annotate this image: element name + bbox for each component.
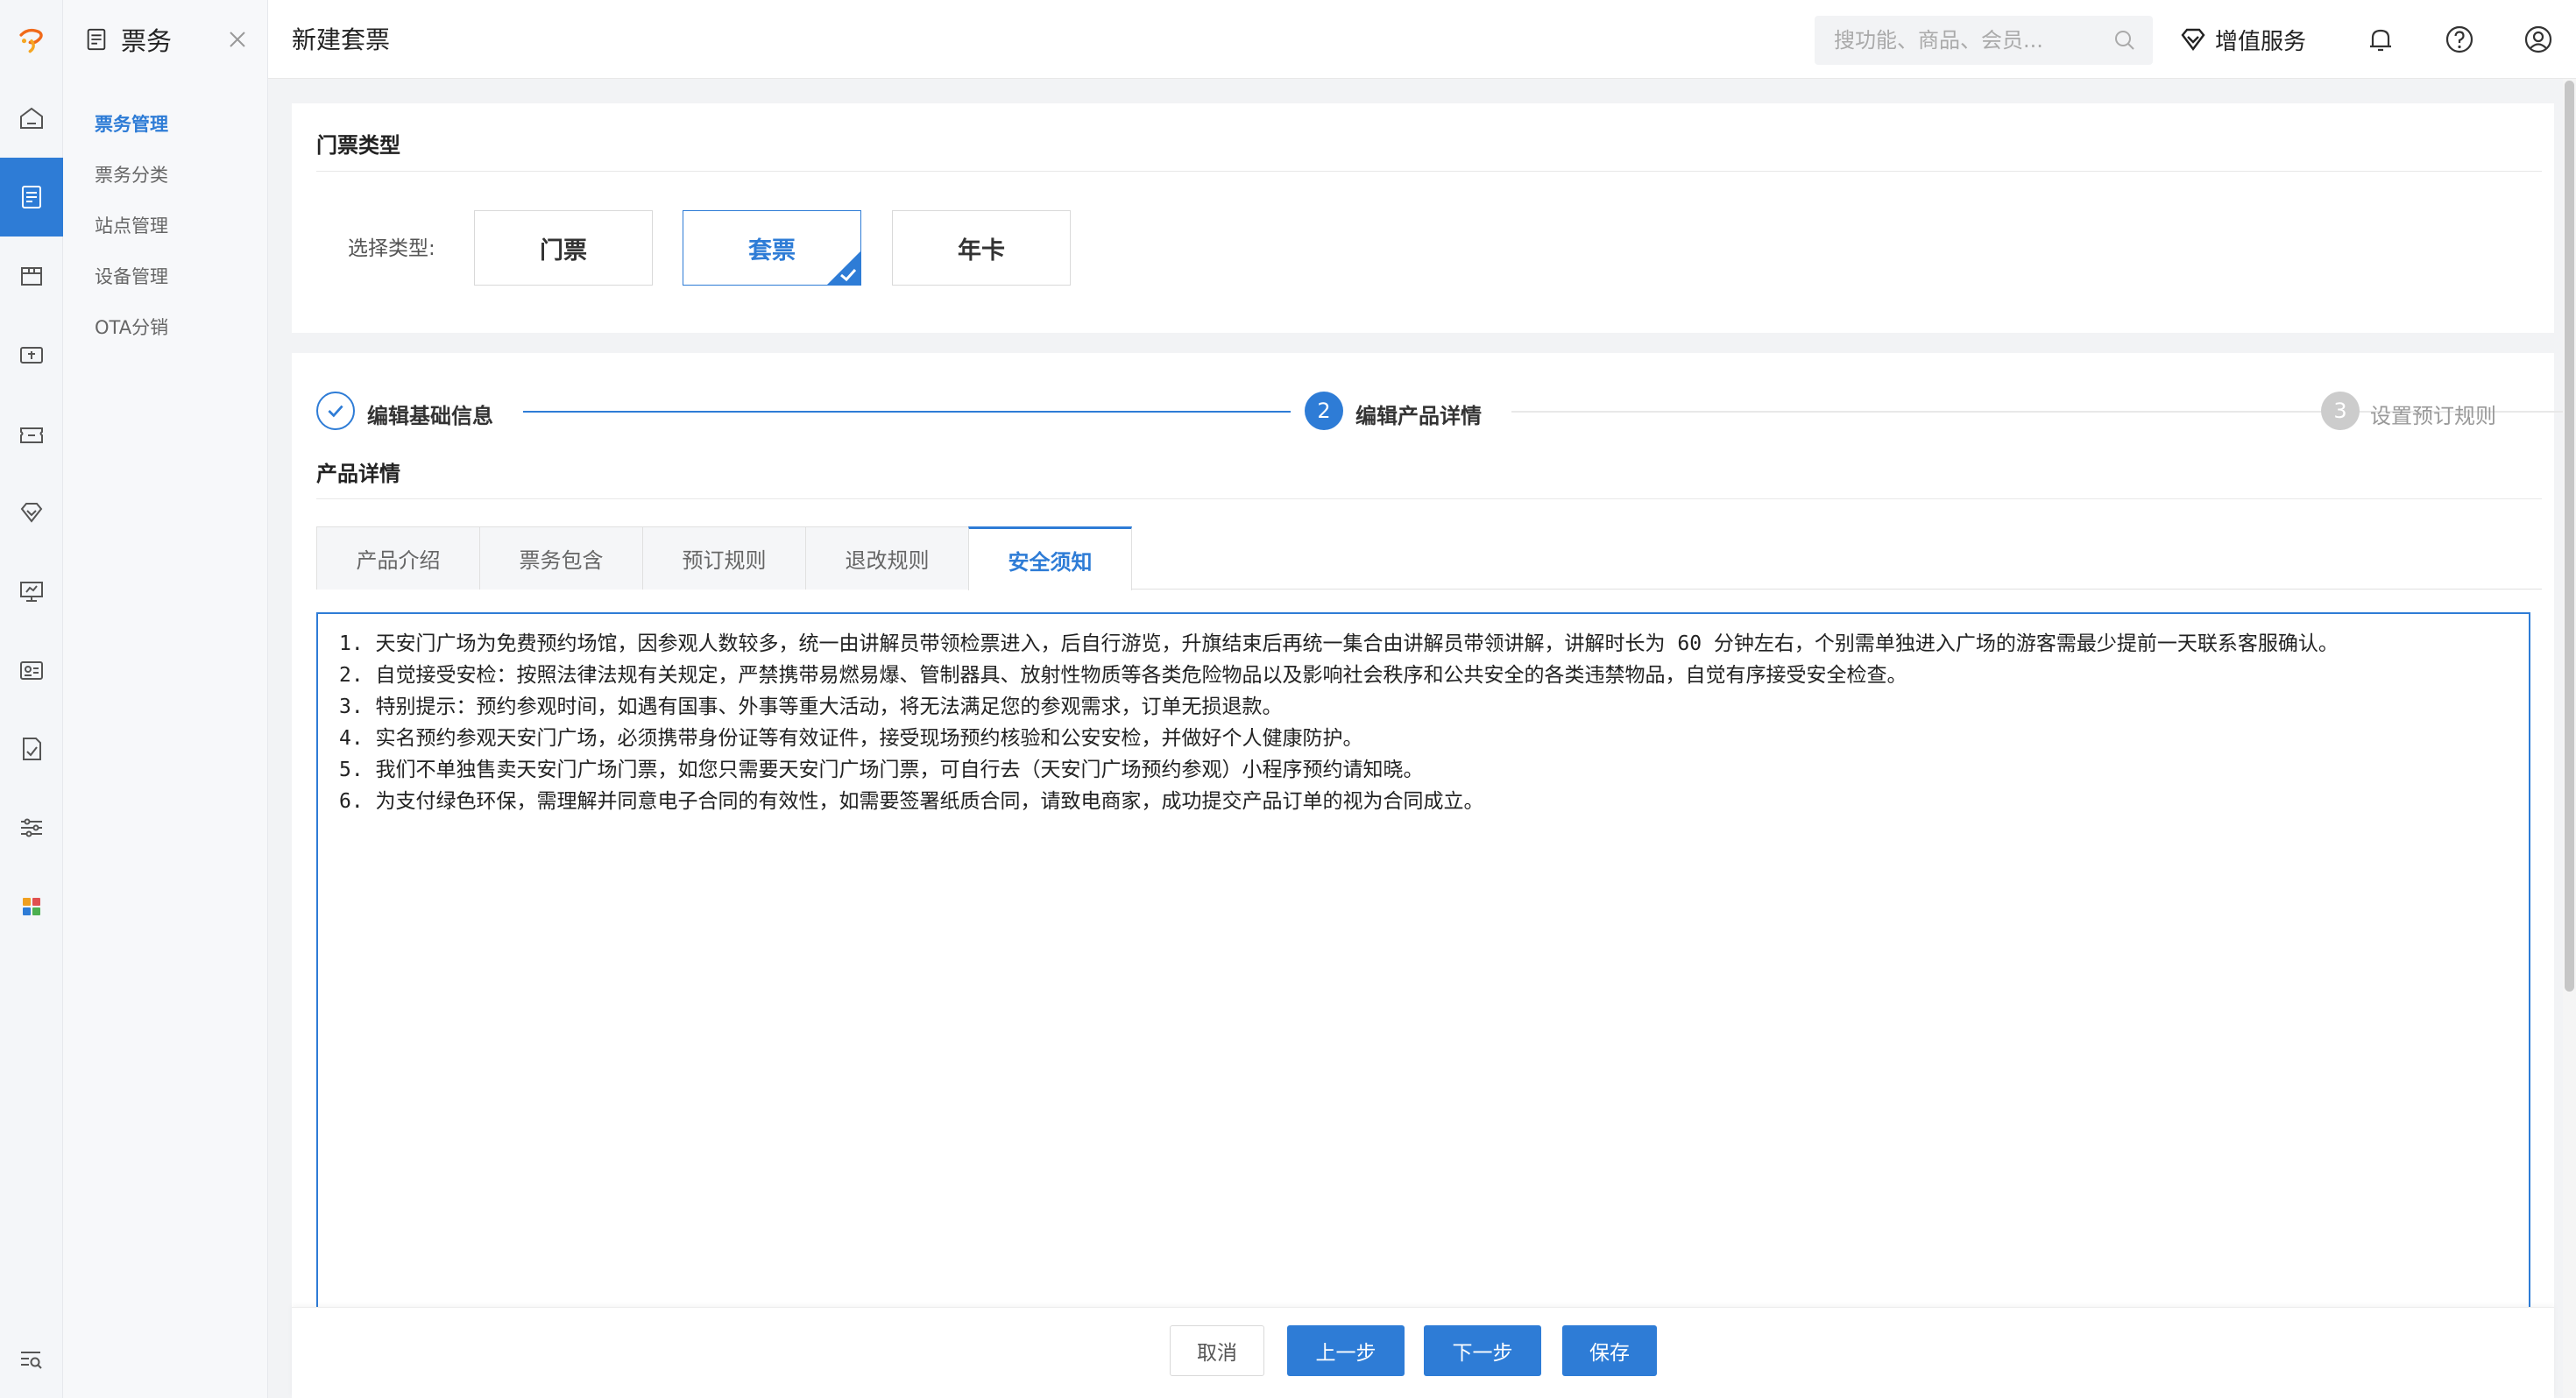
check-icon — [840, 268, 857, 282]
ticket-icon — [22, 186, 41, 208]
rail-home[interactable] — [0, 79, 63, 158]
content-line: 2. 自觉接受安检：按照法律法规有关规定，严禁携带易燃易爆、管制器具、放射性物质… — [339, 664, 1907, 687]
rail-vip[interactable] — [0, 473, 63, 552]
tab-safety-notice[interactable]: 安全须知 — [968, 526, 1132, 590]
step-pending-icon: 3 — [2321, 392, 2360, 430]
bell-icon[interactable] — [2364, 23, 2397, 56]
sidebar-item-station-management[interactable]: 站点管理 — [63, 200, 267, 251]
content-line: 3. 特别提示：预约参观时间，如遇有国事、外事等重大活动，将无法满足您的参观需求… — [339, 695, 1283, 718]
icon-rail — [0, 0, 63, 1398]
tab-ticket-includes[interactable]: 票务包含 — [479, 526, 643, 590]
store-icon — [21, 267, 42, 286]
menu-search-icon — [21, 1352, 42, 1369]
ticket-type-card: 门票类型 选择类型: 门票 套票 年卡 — [292, 103, 2554, 333]
diamond-icon — [20, 503, 43, 523]
rail-apps[interactable] — [0, 867, 63, 946]
step-label: 设置预订规则 — [2370, 404, 2496, 428]
sliders-icon — [21, 818, 42, 837]
prev-step-button[interactable]: 上一步 — [1287, 1325, 1405, 1376]
content-line: 4. 实名预约参观天安门广场，必须携带身份证等有效证件，接受现场预约核验和公安安… — [339, 727, 1363, 750]
tab-booking-rules[interactable]: 预订规则 — [642, 526, 806, 590]
content-line: 1. 天安门广场为免费预约场馆，因参观人数较多，统一由讲解员带领检票进入，后自行… — [339, 632, 2339, 655]
sidebar-title: 票务 — [121, 26, 173, 56]
search-input[interactable] — [1815, 16, 2104, 65]
logo-icon — [19, 28, 43, 53]
divider — [316, 498, 2542, 499]
step-active-icon: 2 — [1305, 392, 1343, 430]
step-progress: 编辑基础信息 2 编辑产品详情 3 设置预订规则 — [316, 392, 2576, 432]
ticket-type-title: 门票类型 — [316, 133, 400, 158]
search-box[interactable] — [1815, 16, 2153, 65]
rail-settings[interactable] — [0, 788, 63, 867]
value-added-service-label: 增值服务 — [2215, 28, 2307, 55]
content-line: 5. 我们不单独售卖天安门广场门票，如您只需要天安门广场门票，可自行去（天安门广… — [339, 759, 1424, 781]
product-detail-title: 产品详情 — [316, 462, 400, 486]
step-done-icon — [316, 392, 355, 430]
cancel-button[interactable]: 取消 — [1170, 1325, 1264, 1376]
rail-member[interactable] — [0, 631, 63, 710]
user-icon[interactable] — [2522, 23, 2555, 56]
content-line: 6. 为支付绿色环保，需理解并同意电子合同的有效性，如需要签署纸质合同，请致电商… — [339, 790, 1484, 813]
ticket-icon — [87, 28, 106, 51]
rail-coupon[interactable] — [0, 394, 63, 473]
sidebar-menu: 票务管理 票务分类 站点管理 设备管理 OTA分销 — [63, 79, 267, 352]
sidebar-header: 票务 — [63, 0, 267, 79]
content-editor[interactable]: 1. 天安门广场为免费预约场馆，因参观人数较多，统一由讲解员带领检票进入，后自行… — [316, 612, 2530, 1398]
page-title: 新建套票 — [292, 25, 391, 54]
rail-monitor[interactable] — [0, 552, 63, 631]
type-option-label: 套票 — [748, 237, 796, 265]
type-option-package[interactable]: 套票 — [683, 210, 861, 286]
rail-finance[interactable] — [0, 315, 63, 394]
next-step-button[interactable]: 下一步 — [1424, 1325, 1541, 1376]
footer-actions: 取消 上一步 下一步 保存 — [292, 1307, 2554, 1398]
type-option-annual-card[interactable]: 年卡 — [892, 210, 1071, 286]
value-added-service-button[interactable]: 增值服务 — [2178, 18, 2306, 61]
coupon-icon — [20, 427, 43, 443]
top-header: 新建套票 增值服务 — [268, 0, 2576, 79]
step-line-done — [523, 411, 1291, 413]
id-card-icon — [20, 661, 43, 680]
diamond-icon — [2181, 28, 2205, 51]
secondary-sidebar: 票务 票务管理 票务分类 站点管理 设备管理 OTA分销 — [63, 0, 268, 1398]
tab-refund-rules[interactable]: 退改规则 — [805, 526, 969, 590]
apps-icon — [23, 898, 40, 915]
type-option-ticket[interactable]: 门票 — [474, 210, 653, 286]
search-icon[interactable] — [2112, 28, 2137, 53]
monitor-icon — [20, 582, 43, 602]
type-select-label: 选择类型: — [348, 237, 435, 260]
sidebar-item-ota-distribution[interactable]: OTA分销 — [63, 301, 267, 352]
divider — [316, 171, 2542, 172]
report-icon — [23, 738, 41, 760]
sidebar-item-ticket-management[interactable]: 票务管理 — [63, 98, 267, 149]
rail-report[interactable] — [0, 710, 63, 788]
rail-store[interactable] — [0, 237, 63, 315]
detail-tabs: 产品介绍 票务包含 预订规则 退改规则 安全须知 — [316, 526, 2542, 590]
sidebar-item-device-management[interactable]: 设备管理 — [63, 251, 267, 301]
type-option-label: 年卡 — [958, 237, 1005, 265]
home-icon — [20, 107, 43, 129]
tab-product-intro[interactable]: 产品介绍 — [316, 526, 480, 590]
scrollbar-thumb[interactable] — [2565, 81, 2574, 992]
close-icon[interactable] — [223, 25, 252, 54]
save-button[interactable]: 保存 — [1562, 1325, 1657, 1376]
type-option-label: 门票 — [540, 237, 587, 265]
rail-collapse[interactable] — [0, 1319, 63, 1398]
sidebar-item-ticket-category[interactable]: 票务分类 — [63, 149, 267, 200]
step-label: 编辑基础信息 — [367, 404, 493, 428]
product-detail-card: 编辑基础信息 2 编辑产品详情 3 设置预订规则 产品详情 产品介绍 票务包含 … — [292, 353, 2576, 1398]
money-icon — [20, 347, 43, 364]
rail-ticket[interactable] — [0, 158, 63, 237]
app-logo[interactable] — [0, 0, 63, 79]
help-icon[interactable] — [2443, 23, 2476, 56]
check-icon — [328, 405, 343, 418]
step-label: 编辑产品详情 — [1355, 404, 1482, 428]
